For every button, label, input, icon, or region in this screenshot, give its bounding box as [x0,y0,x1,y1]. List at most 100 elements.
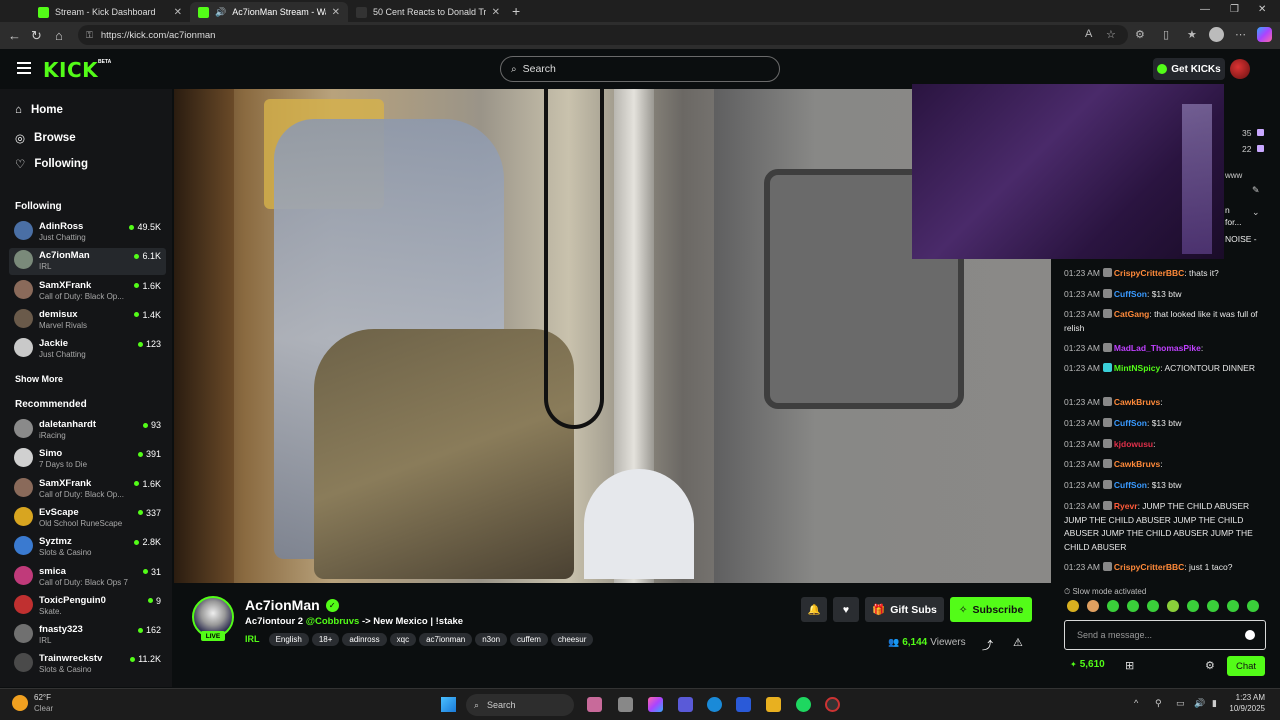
chat-username[interactable]: CuffSon [1114,289,1147,299]
sidebar-channel[interactable]: fnasty323 IRL 162 [9,622,166,649]
store-icon[interactable] [736,697,751,712]
chevron-down-icon[interactable]: ⌄ [1252,207,1260,218]
stream-tag[interactable]: cuffem [510,633,548,646]
sidebar-channel[interactable]: AdinRoss Just Chatting 49.5K [9,219,166,246]
chat-username[interactable]: CrispyCritterBBC [1114,268,1184,278]
stream-tag[interactable]: cheesur [550,633,594,646]
taskbar-search[interactable]: ⌕ Search [466,694,574,716]
chat-username[interactable]: CrispyCritterBBC [1114,562,1184,572]
emote-icon[interactable] [1207,600,1219,612]
report-icon[interactable]: ⚠ [1013,636,1023,649]
sidebar-channel[interactable]: EvScape Old School RuneScape 337 [9,505,166,532]
back-icon[interactable]: ← [8,28,21,43]
share-icon[interactable]: ⤴ [982,637,993,653]
volume-icon[interactable]: 🔊 [1194,698,1205,709]
gear-icon[interactable]: ⚙ [1205,659,1215,672]
streamer-name[interactable]: Ac7ionMan [245,597,320,613]
sidebar-channel[interactable]: Trainwreckstv Slots & Casino 11.2K [9,651,166,678]
file-explorer-icon[interactable] [766,697,781,712]
get-kicks-button[interactable]: Get KICKs [1153,58,1225,80]
close-tab-icon[interactable]: ✕ [174,7,182,18]
stream-tag[interactable]: xqc [389,633,417,646]
battery-icon[interactable]: ▮ [1212,698,1217,709]
chat-username[interactable]: MintNSpicy [1114,363,1160,373]
emote-icon[interactable] [1127,600,1139,612]
send-chat-button[interactable]: Chat [1227,656,1265,676]
emote-icon[interactable] [1087,600,1099,612]
menu-icon[interactable] [17,62,31,74]
stream-tag[interactable]: ac7ionman [419,633,473,646]
site-info-icon[interactable]: ⚿ [86,30,93,41]
app-icon[interactable] [587,697,602,712]
refresh-icon[interactable]: ↻ [31,28,42,44]
sidebar-nav-home[interactable]: ⌂ Home [15,104,63,116]
stream-tag[interactable]: adinross [342,633,387,646]
emote-icon[interactable] [1227,600,1239,612]
stream-tag[interactable]: n3on [475,633,508,646]
browser-tab-stream[interactable]: 🔊 Ac7ionMan Stream - Watch ✕ [190,2,348,22]
gift-icon[interactable]: ⊞ [1125,659,1134,672]
sidebar-channel[interactable]: SamXFrank Call of Duty: Black Op... 1.6K [9,476,166,503]
favorites-icon[interactable]: ★ [1187,28,1197,41]
chat-username[interactable]: kjdowusu [1114,439,1153,449]
favorite-star-icon[interactable]: ☆ [1106,28,1116,41]
split-screen-icon[interactable]: ▯ [1163,28,1169,41]
subscribe-button[interactable]: ✧ Subscribe [950,597,1032,622]
close-tab-icon[interactable]: ✕ [332,7,340,18]
chat-username[interactable]: CuffSon [1114,480,1147,490]
maximize-icon[interactable]: ❐ [1230,4,1239,15]
chat-username[interactable]: Ryevr [1114,501,1138,511]
sidebar-nav-browse[interactable]: ◎ Browse [15,131,76,145]
sidebar-channel[interactable]: Syztmz Slots & Casino 2.8K [9,534,166,561]
chevron-up-icon[interactable]: ^ [1134,698,1138,708]
minimize-icon[interactable]: — [1200,4,1210,15]
emote-icon[interactable] [1187,600,1199,612]
emoji-picker-icon[interactable] [1245,630,1255,640]
emote-icon[interactable] [1067,600,1079,612]
chat-username[interactable]: CawkBruvs [1114,397,1160,407]
sidebar-channel[interactable]: demisux Marvel Rivals 1.4K [9,307,166,334]
tray-icon[interactable]: ⚲ [1155,698,1162,709]
app-icon[interactable] [825,697,840,712]
gift-subs-button[interactable]: 🎁 Gift Subs [865,597,944,622]
stream-category[interactable]: IRL [245,634,260,644]
sidebar-nav-following[interactable]: ♡ Following [15,157,88,171]
sidebar-channel[interactable]: SamXFrank Call of Duty: Black Op... 1.6K [9,278,166,305]
sidebar-channel[interactable]: smica Call of Duty: Black Ops 7 31 [9,564,166,591]
copilot-icon[interactable] [1257,27,1272,42]
weather-icon[interactable] [12,695,28,711]
stream-tag[interactable]: 18+ [311,633,340,646]
browser-tab-video[interactable]: 50 Cent Reacts to Donald Trump ✕ [348,2,508,22]
emote-icon[interactable] [1107,600,1119,612]
sidebar-channel[interactable]: daletanhardt iRacing 93 [9,417,166,444]
clock-date[interactable]: 10/9/2025 [1222,704,1265,713]
chat-username[interactable]: CuffSon [1114,418,1147,428]
user-avatar[interactable] [1230,59,1250,79]
show-more-button[interactable]: Show More [15,374,63,384]
speaker-icon[interactable]: 🔊 [215,7,226,18]
kick-logo[interactable]: KICK [43,58,98,82]
chat-username[interactable]: CatGang [1114,309,1149,319]
follow-heart-button[interactable]: ♥ [833,597,859,622]
new-tab-icon[interactable]: + [512,3,520,19]
home-icon[interactable]: ⌂ [55,28,63,43]
windows-start-icon[interactable] [441,697,456,712]
read-aloud-icon[interactable]: A [1085,28,1092,40]
chat-username[interactable]: CawkBruvs [1114,459,1160,469]
notification-bell-button[interactable]: 🔔 [801,597,827,622]
teams-icon[interactable] [678,697,693,712]
emote-icon[interactable] [1247,600,1259,612]
emote-icon[interactable] [1147,600,1159,612]
emote-icon[interactable] [1167,600,1179,612]
url-field[interactable]: ⚿ https://kick.com/ac7ionman [78,25,1128,45]
network-icon[interactable]: ▭ [1176,698,1185,709]
copilot-icon[interactable] [648,697,663,712]
browser-tab-dashboard[interactable]: Stream - Kick Dashboard ✕ [30,2,190,22]
stream-tag[interactable]: English [268,633,309,646]
kicks-balance[interactable]: ✦ 5,610 [1070,659,1105,670]
picture-in-picture-video[interactable] [912,84,1224,259]
sidebar-channel[interactable]: ToxicPenguin0 Skate. 9 [9,593,166,620]
sidebar-channel[interactable]: Jackie Just Chatting 123 [9,336,166,363]
edge-browser-icon[interactable] [707,697,722,712]
chat-message-input[interactable]: Send a message... [1064,620,1266,650]
